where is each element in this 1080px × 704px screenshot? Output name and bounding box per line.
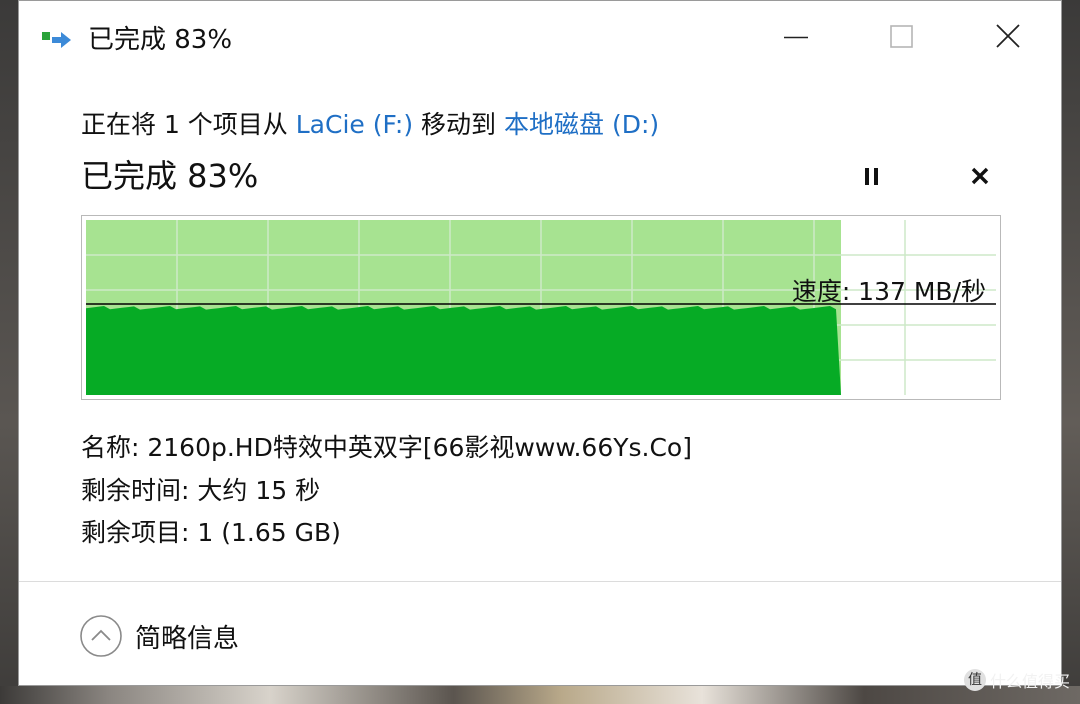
maximize-button[interactable] [869, 1, 933, 73]
throughput-area [86, 306, 841, 395]
file-move-icon [42, 32, 71, 48]
time-remaining: 剩余时间: 大约 15 秒 [81, 476, 321, 505]
file-transfer-dialog: 已完成 83% 正在将 1 个项目从 LaCie (F:) 移动到 本地磁盘 (… [18, 0, 1062, 686]
close-icon [996, 24, 1020, 48]
cancel-icon [971, 167, 989, 185]
minimize-icon [784, 36, 808, 39]
items-remaining: 剩余项目: 1 (1.65 GB) [81, 518, 341, 547]
destination-link[interactable]: 本地磁盘 (D:) [504, 110, 659, 139]
pause-button[interactable] [857, 161, 887, 191]
fewer-details-label: 简略信息 [135, 623, 240, 654]
background-left [0, 0, 18, 704]
minimize-button[interactable] [764, 1, 828, 73]
watermark-badge: 值 [963, 669, 986, 691]
cancel-transfer-button[interactable] [965, 161, 995, 191]
file-name: 名称: 2160p.HD特效中英双字[66影视www.66Ys.Co] [81, 433, 692, 462]
chevron-up-icon [80, 615, 122, 657]
maximize-icon [890, 25, 913, 48]
close-window-button[interactable] [976, 1, 1040, 73]
pause-icon [865, 168, 878, 185]
source-link[interactable]: LaCie (F:) [296, 110, 413, 139]
speed-label: 速度: 137 MB/秒 [791, 277, 986, 306]
window-title: 已完成 83% [88, 25, 233, 55]
fewer-details-toggle[interactable]: 简略信息 [79, 611, 239, 661]
watermark-text: 什么值得买 [989, 672, 1070, 691]
footer-divider [19, 581, 1061, 582]
title-bar[interactable]: 已完成 83% [19, 1, 1061, 73]
transfer-speed-graph: 速度: 137 MB/秒 [81, 215, 1001, 400]
transfer-middle: 移动到 [413, 110, 505, 139]
transfer-description: 正在将 1 个项目从 LaCie (F:) 移动到 本地磁盘 (D:) [81, 105, 659, 141]
transfer-prefix: 正在将 1 个项目从 [81, 110, 296, 139]
background-right [1062, 0, 1080, 704]
progress-status: 已完成 83% [81, 157, 259, 195]
watermark: 值 什么值得买 [963, 668, 1070, 692]
background-bottom [0, 686, 1080, 704]
